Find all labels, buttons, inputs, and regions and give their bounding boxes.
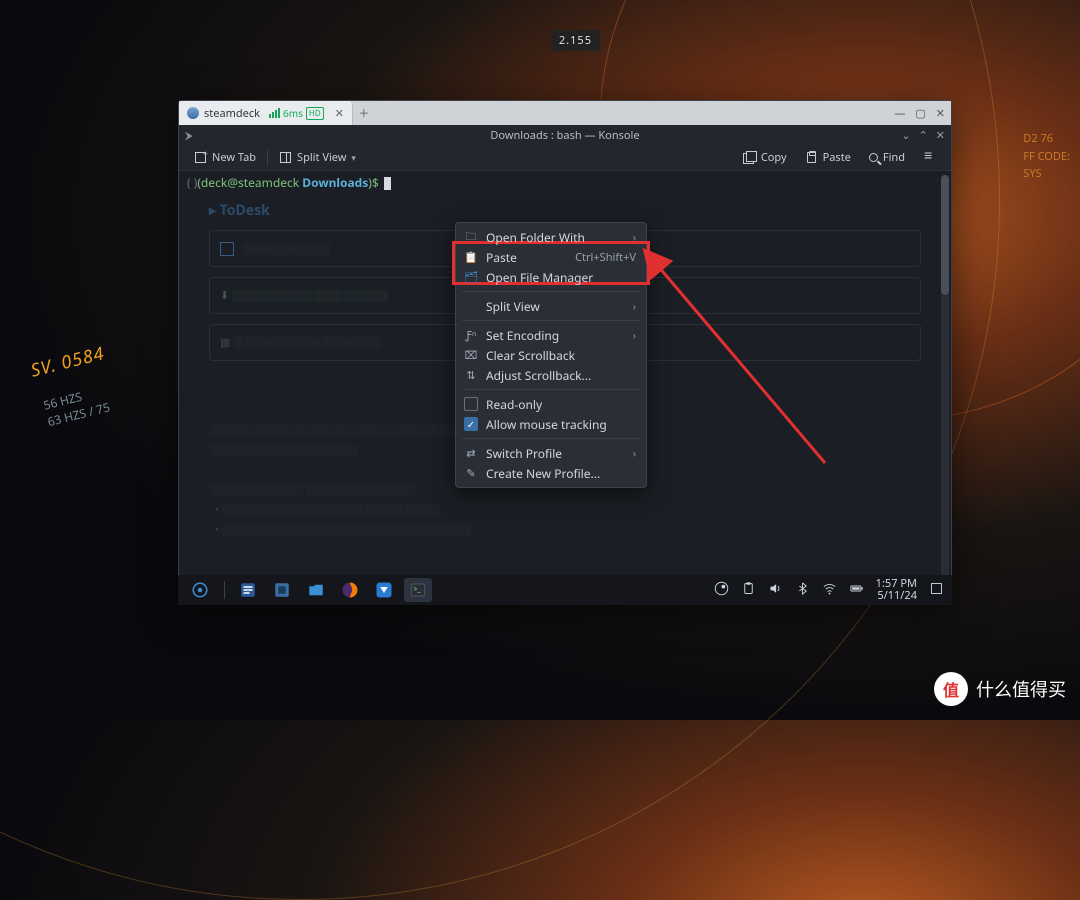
ctx-set-encoding[interactable]: Ƒⁿ Set Encoding › — [456, 325, 646, 345]
tab-title: steamdeck — [204, 106, 260, 121]
separator — [462, 389, 640, 390]
ctx-paste-accel: Ctrl+Shift+V — [575, 250, 636, 265]
taskbar-dolphin[interactable] — [302, 578, 330, 602]
konsole-title: Downloads : bash — Konsole — [490, 128, 639, 143]
menu-icon — [923, 151, 936, 164]
close-button[interactable]: ✕ — [936, 106, 945, 121]
checkbox-checked[interactable]: ✓ — [464, 417, 478, 431]
tray-bluetooth-icon[interactable] — [795, 581, 810, 600]
signal-icon — [269, 108, 280, 118]
taskbar-todesk[interactable] — [370, 578, 398, 602]
ctx-clear-scrollback[interactable]: ⌧ Clear Scrollback — [456, 345, 646, 365]
scrollbar[interactable] — [941, 175, 949, 599]
tray-volume-icon[interactable] — [768, 581, 783, 600]
separator — [462, 320, 640, 321]
watermark-badge: 值 — [934, 672, 968, 706]
new-tab-icon — [194, 151, 207, 164]
start-button[interactable] — [186, 578, 214, 602]
tray-show-desktop[interactable] — [929, 581, 944, 600]
file-manager-icon: 🗂 — [464, 270, 478, 285]
split-view-button[interactable]: Split View ▾ — [272, 147, 363, 168]
tab-steamdeck[interactable]: steamdeck 6ms HD ✕ — [179, 101, 353, 125]
encoding-icon: Ƒⁿ — [464, 328, 478, 343]
tray-wifi-icon[interactable] — [822, 581, 837, 600]
ctx-paste[interactable]: 📋 Paste Ctrl+Shift+V — [456, 247, 646, 267]
folder-icon: 🗀 — [464, 228, 478, 247]
maximize-button[interactable]: ▢ — [915, 106, 925, 121]
tab-ping: 6ms HD — [269, 106, 324, 120]
konsole-titlebar[interactable]: ⮞ Downloads : bash — Konsole ⌄ ⌃ ✕ — [179, 125, 951, 145]
ctx-open-file-manager[interactable]: 🗂 Open File Manager — [456, 267, 646, 287]
paste-icon: 📋 — [464, 250, 478, 265]
ctx-open-folder-with[interactable]: 🗀 Open Folder With › — [456, 227, 646, 247]
chevron-right-icon: › — [633, 328, 636, 342]
find-icon — [869, 153, 878, 162]
scrollbar-thumb[interactable] — [941, 175, 949, 295]
hamburger-button[interactable] — [916, 148, 943, 167]
paste-icon — [805, 151, 818, 164]
checkbox-unchecked[interactable] — [464, 397, 478, 411]
chevron-down-icon: ▾ — [351, 151, 356, 164]
find-button[interactable]: Find — [862, 147, 912, 168]
tab-favicon — [187, 107, 199, 119]
clock-date: 5/11/24 — [876, 590, 917, 602]
minimize-button[interactable]: — — [894, 106, 905, 121]
tray-clock[interactable]: 1:57 PM 5/11/24 — [876, 578, 917, 602]
chevron-right-icon: › — [633, 299, 636, 313]
ctx-split-view[interactable]: Split View › — [456, 296, 646, 316]
chevron-right-icon: › — [633, 446, 636, 460]
taskbar-settings[interactable] — [268, 578, 296, 602]
konsole-minimize-button[interactable]: ⌄ — [901, 128, 910, 143]
tab-close-icon[interactable]: ✕ — [335, 106, 344, 121]
watermark: 值 什么值得买 — [934, 672, 1066, 706]
split-view-icon — [279, 151, 292, 164]
separator — [462, 291, 640, 292]
paste-button[interactable]: Paste — [798, 147, 858, 168]
adjust-icon: ⇅ — [464, 368, 478, 383]
konsole-maximize-button[interactable]: ⌃ — [919, 128, 928, 143]
konsole-toolbar: New Tab Split View ▾ Copy Paste Find — [179, 145, 951, 171]
context-menu: 🗀 Open Folder With › 📋 Paste Ctrl+Shift+… — [455, 222, 647, 488]
copy-icon — [743, 151, 756, 164]
chevron-right-icon: › — [633, 230, 636, 244]
watermark-text: 什么值得买 — [976, 676, 1066, 702]
konsole-close-button[interactable]: ✕ — [936, 128, 945, 143]
ctx-adjust-scrollback[interactable]: ⇅ Adjust Scrollback... — [456, 365, 646, 385]
tray-clipboard-icon[interactable] — [741, 581, 756, 600]
taskbar: >_ 1:57 PM 5/11/24 — [178, 575, 952, 605]
svg-text:>_: >_ — [414, 585, 422, 594]
separator — [462, 438, 640, 439]
create-icon: ✎ — [464, 466, 478, 481]
tray-steam-icon[interactable] — [714, 581, 729, 600]
new-tab-button[interactable]: New Tab — [187, 147, 263, 168]
ctx-allow-mouse[interactable]: ✓ Allow mouse tracking — [456, 414, 646, 434]
clear-icon: ⌧ — [464, 348, 478, 363]
window-controls: — ▢ ✕ — [894, 101, 945, 125]
copy-button[interactable]: Copy — [736, 147, 794, 168]
ctx-read-only[interactable]: Read-only — [456, 394, 646, 414]
tray-battery-icon[interactable] — [849, 581, 864, 600]
wallpaper-badge: 2.155 — [551, 30, 600, 51]
profile-icon: ⇄ — [464, 446, 478, 461]
terminal-cursor — [384, 177, 391, 190]
tab-row: steamdeck 6ms HD ✕ ＋ — ▢ ✕ — [179, 101, 951, 125]
ctx-switch-profile[interactable]: ⇄ Switch Profile › — [456, 443, 646, 463]
konsole-menu-icon[interactable]: ⮞ — [185, 128, 193, 143]
ctx-create-profile[interactable]: ✎ Create New Profile... — [456, 463, 646, 483]
system-tray: 1:57 PM 5/11/24 — [714, 578, 944, 602]
taskbar-konsole[interactable]: >_ — [404, 578, 432, 602]
wallpaper-right-text: D2 76FF CODE:SYS — [1023, 130, 1070, 183]
taskbar-discover[interactable] — [234, 578, 262, 602]
taskbar-separator — [220, 578, 228, 602]
taskbar-firefox[interactable] — [336, 578, 364, 602]
tab-add-button[interactable]: ＋ — [353, 105, 375, 121]
prompt-line: ( )(deck@steamdeck Downloads)$ — [179, 171, 951, 194]
